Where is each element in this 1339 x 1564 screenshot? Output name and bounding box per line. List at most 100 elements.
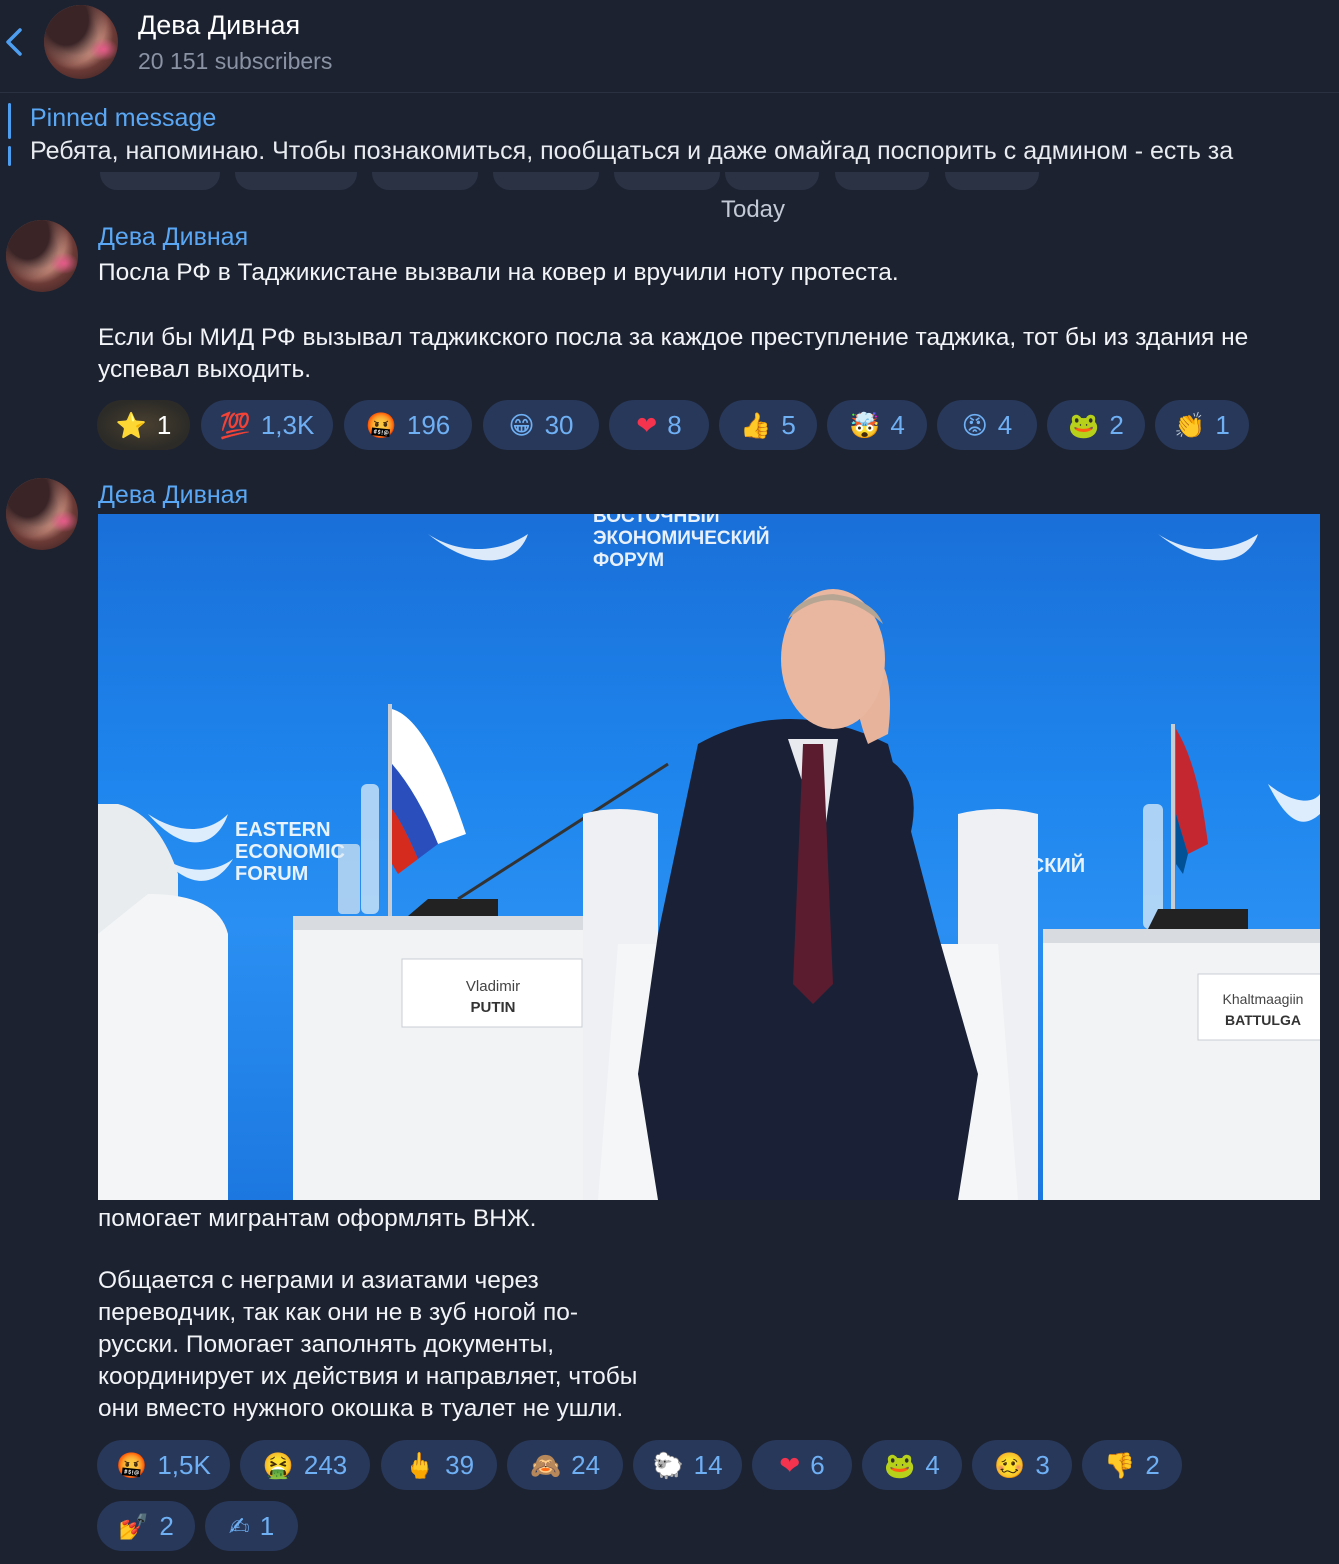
nameplate-left-line-2: PUTIN [471, 999, 516, 1016]
reaction-count: 1 [259, 1511, 275, 1541]
reaction-chip[interactable]: 👏 1 [1155, 400, 1249, 450]
message-text-line: помогает мигрантам оформлять ВНЖ. [98, 1205, 537, 1232]
see-no-evil-monkey-icon: 🙈 [529, 1450, 562, 1480]
photo-scene: ВОСТОЧНЫЙ ЭКОНОМИЧЕСКИЙ ФОРУМ EASTERN EC… [98, 514, 1320, 1200]
exploding-head-icon: 🤯 [849, 410, 881, 440]
reaction-chip[interactable]: 💅 2 [97, 1501, 195, 1551]
reaction-chip[interactable]: 🤮 243 [240, 1440, 370, 1490]
reaction-count: 14 [693, 1450, 723, 1480]
woozy-face-icon: 🥴 [994, 1450, 1026, 1480]
message-sender[interactable]: Дева Дивная [98, 223, 248, 252]
vomiting-face-icon: 🤮 [262, 1450, 294, 1480]
message-photo[interactable]: ВОСТОЧНЫЙ ЭКОНОМИЧЕСКИЙ ФОРУМ EASTERN EC… [98, 514, 1320, 1200]
reaction-count: 2 [1109, 410, 1124, 440]
reaction-chip[interactable]: 🖕 39 [381, 1440, 497, 1490]
sheep-sticker-icon: 🐑 [652, 1450, 684, 1480]
writing-hand-icon: ✍ [228, 1511, 250, 1541]
pinned-text: Ребята, напоминаю. Чтобы познакомиться, … [30, 137, 1234, 165]
hundred-points-icon: 💯 [219, 410, 251, 440]
logo-en-line-3: FORUM [235, 863, 308, 885]
reaction-chip[interactable]: 👍 5 [719, 400, 817, 450]
reaction-chip[interactable]: 🙈 24 [507, 1440, 623, 1490]
previous-reactions-row [100, 172, 1060, 192]
reaction-count: 30 [544, 410, 574, 440]
star-icon: ⭐ [115, 410, 147, 440]
reaction-chip[interactable]: 🐑 14 [633, 1440, 742, 1490]
message-avatar[interactable] [6, 478, 78, 550]
reaction-chip[interactable]: 😁 30 [483, 400, 599, 450]
reaction-chip[interactable]: 🤬 1,5K [97, 1440, 230, 1490]
swearing-face-icon: 🤬 [116, 1450, 148, 1480]
channel-title[interactable]: Дева Дивная [138, 10, 300, 41]
nameplate-left-line-1: Vladimir [466, 978, 520, 995]
reaction-chip[interactable]: 🐸 4 [862, 1440, 962, 1490]
message-sender[interactable]: Дева Дивная [98, 481, 248, 510]
message-text-line: русски. Помогает заполнять документы, [98, 1331, 555, 1358]
reaction-count: 6 [810, 1450, 825, 1480]
heart-icon: ❤ [779, 1450, 801, 1480]
reaction-count: 196 [406, 410, 451, 440]
heart-icon: ❤ [636, 410, 658, 440]
message-text-line: Если бы МИД РФ вызывал таджикского посла… [98, 324, 1249, 351]
message-text-line: Посла РФ в Таджикистане вызвали на ковер… [98, 259, 899, 286]
reaction-count: 5 [781, 410, 796, 440]
nameplate-right-line-1: Khaltmaagiin [1223, 991, 1304, 1007]
thumbs-down-icon: 👎 [1104, 1450, 1136, 1480]
message-text-line: Общается с неграми и азиатами через [98, 1267, 539, 1294]
pinned-label: Pinned message [30, 104, 217, 132]
reaction-chip[interactable]: ❤ 6 [752, 1440, 852, 1490]
reaction-chip[interactable]: 🤯 4 [827, 400, 927, 450]
message-text-line: они вместо нужного окошка в туалет не уш… [98, 1395, 624, 1422]
message-text-line: координирует их действия и направляет, ч… [98, 1363, 638, 1390]
channel-header: Дева Дивная 20 151 subscribers [0, 0, 1339, 93]
middle-finger-icon: 🖕 [403, 1450, 436, 1480]
back-button[interactable] [0, 22, 32, 62]
logo-en-line-2: ECONOMIC [235, 841, 345, 863]
reaction-count: 4 [925, 1450, 940, 1480]
pepe-frog-icon: 🐸 [884, 1450, 916, 1480]
message-text-line: переводчик, так как они не в зуб ногой п… [98, 1299, 579, 1326]
pinned-message-bar[interactable]: Pinned message Ребята, напоминаю. Чтобы … [0, 93, 1339, 179]
reaction-chip[interactable]: 🥴 3 [972, 1440, 1072, 1490]
logo-ru-line-3: ФОРУМ [593, 550, 664, 571]
logo-ru-line-2: ЭКОНОМИЧЕСКИЙ [593, 527, 770, 549]
reaction-count: 4 [997, 410, 1013, 440]
reaction-count: 1 [156, 410, 172, 440]
reaction-count: 2 [159, 1511, 174, 1541]
reaction-count: 24 [571, 1450, 601, 1480]
reaction-count: 1,3K [260, 410, 315, 440]
reaction-count: 3 [1035, 1450, 1050, 1480]
date-separator: Today [720, 196, 786, 223]
chevron-left-icon [6, 28, 22, 56]
nail-polish-icon: 💅 [118, 1511, 150, 1541]
nameplate-right-line-2: BATTULGA [1225, 1012, 1301, 1028]
pinned-indicator-secondary [8, 146, 11, 166]
angry-face-icon: 😡 [961, 410, 988, 440]
channel-avatar[interactable] [44, 5, 118, 79]
reaction-chip-star[interactable]: ⭐ 1 [97, 400, 190, 450]
reaction-chip[interactable]: 😡 4 [937, 400, 1037, 450]
logo-en-line-1: EASTERN [235, 819, 331, 841]
reaction-chip[interactable]: ✍ 1 [205, 1501, 298, 1551]
clapping-hands-icon: 👏 [1174, 410, 1206, 440]
reaction-count: 2 [1145, 1450, 1160, 1480]
reaction-count: 1 [1215, 410, 1230, 440]
reaction-chip[interactable]: ❤ 8 [609, 400, 709, 450]
logo-ru-line-1: ВОСТОЧНЫЙ [593, 514, 720, 527]
thumbs-up-icon: 👍 [740, 410, 772, 440]
reaction-count: 243 [303, 1450, 348, 1480]
grinning-face-icon: 😁 [508, 410, 535, 440]
message-avatar[interactable] [6, 220, 78, 292]
reaction-chip[interactable]: 💯 1,3K [201, 400, 333, 450]
subscriber-count: 20 151 subscribers [138, 48, 333, 74]
reaction-count: 1,5K [157, 1450, 211, 1480]
reaction-chip[interactable]: 👎 2 [1082, 1440, 1182, 1490]
message-text-line: успевал выходить. [98, 356, 312, 383]
reaction-count: 8 [667, 410, 682, 440]
reaction-chip[interactable]: 🐸 2 [1047, 400, 1145, 450]
swearing-face-icon: 🤬 [365, 410, 397, 440]
reaction-chip[interactable]: 🤬 196 [344, 400, 472, 450]
pepe-frog-icon: 🐸 [1068, 410, 1100, 440]
reaction-count: 39 [445, 1450, 475, 1480]
reaction-count: 4 [890, 410, 905, 440]
